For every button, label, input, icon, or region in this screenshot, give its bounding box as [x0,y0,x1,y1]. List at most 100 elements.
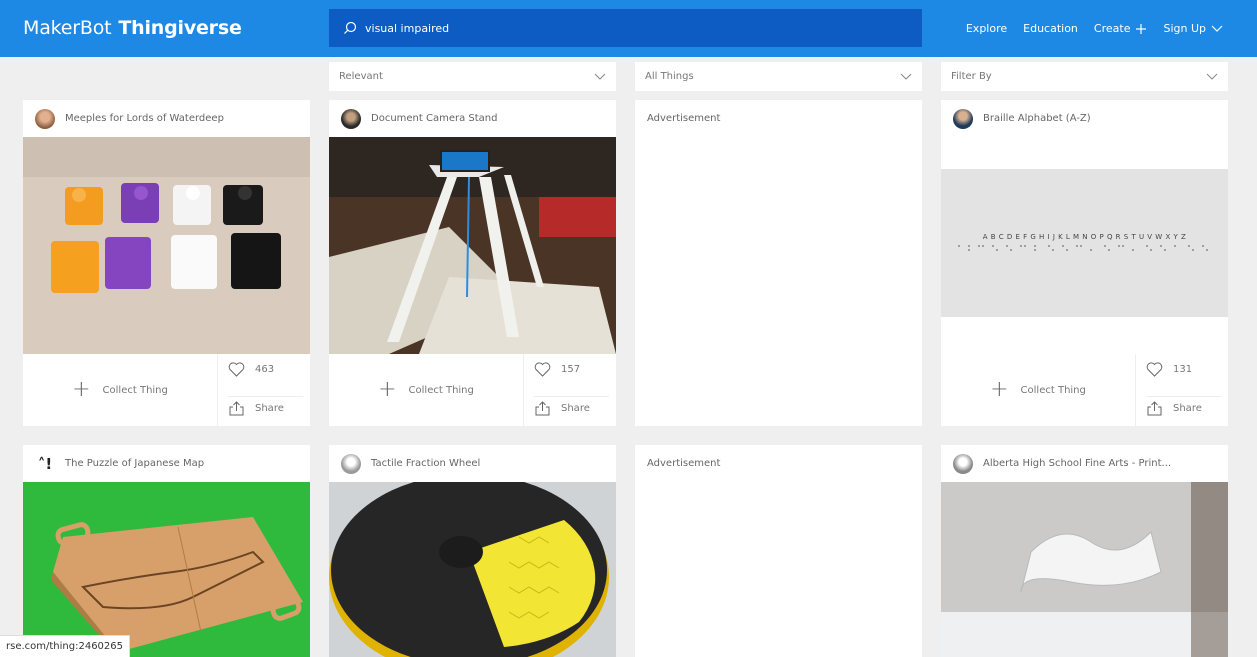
plus-icon [1136,23,1147,34]
main-nav: Explore Education Create Sign Up [966,0,1223,57]
status-bar-url: rse.com/thing:2460265 [0,635,131,657]
card-header[interactable]: ˄! The Puzzle of Japanese Map [23,445,310,482]
chevron-down-icon [594,73,606,80]
heart-icon [534,362,551,377]
top-bar: MakerBot Thingiverse Explore Education C… [0,0,1257,57]
ad-header: Advertisement [635,100,922,137]
share-button[interactable]: Share [228,396,303,416]
nav-education-label: Education [1023,22,1078,35]
ad-label: Advertisement [647,113,721,124]
share-button[interactable]: Share [534,396,609,416]
logo-maker-text: MakerBot [23,17,112,39]
card-title[interactable]: Tactile Fraction Wheel [371,458,480,469]
like-button[interactable]: 157 [534,362,580,377]
thing-card[interactable]: Braille Alphabet (A-Z) A B C D E F G H I… [941,100,1228,426]
share-label: Share [1173,403,1202,414]
sort-dropdown-value: Relevant [339,71,383,82]
nav-explore[interactable]: Explore [966,22,1007,35]
thing-thumbnail[interactable] [23,137,310,354]
nav-create[interactable]: Create [1094,22,1148,35]
chevron-down-icon [1211,25,1223,32]
avatar[interactable] [953,108,973,129]
collect-thing-button[interactable]: + Collect Thing [329,354,523,426]
like-count: 131 [1173,364,1193,375]
card-header[interactable]: Tactile Fraction Wheel [329,445,616,482]
thing-thumbnail[interactable] [23,482,310,657]
nav-explore-label: Explore [965,22,1008,35]
collect-thing-label: Collect Thing [1020,384,1086,396]
avatar[interactable] [35,108,55,129]
advertisement-slot[interactable]: Advertisement [635,100,922,426]
status-url-text: rse.com/thing:2460265 [6,641,124,652]
card-header[interactable]: Alberta High School Fine Arts - Print... [941,445,1228,482]
share-icon [535,401,550,416]
nav-sign-up-label: Sign Up [1163,22,1206,35]
share-button[interactable]: Share [1146,396,1221,416]
share-label: Share [561,403,590,414]
thing-card[interactable]: Alberta High School Fine Arts - Print... [941,445,1228,657]
card-footer: + Collect Thing 463 Share [23,354,310,426]
like-button[interactable]: 131 [1146,362,1192,377]
nav-create-label: Create [1093,22,1131,35]
collect-thing-button[interactable]: + Collect Thing [23,354,217,426]
card-title[interactable]: Alberta High School Fine Arts - Print... [983,458,1171,469]
sort-dropdown[interactable]: Relevant [329,62,616,91]
nav-education[interactable]: Education [1023,22,1078,35]
advertisement-slot[interactable]: Advertisement [635,445,922,657]
thing-card[interactable]: ˄! The Puzzle of Japanese Map [23,445,310,657]
search-input[interactable] [365,21,905,35]
nav-sign-up[interactable]: Sign Up [1163,22,1223,35]
heart-icon [228,362,245,377]
ad-header: Advertisement [635,445,922,482]
card-header[interactable]: Document Camera Stand [329,100,616,137]
like-count: 157 [561,364,581,375]
heart-icon [1146,362,1163,377]
plus-icon: + [72,377,91,402]
thing-thumbnail[interactable] [329,482,616,657]
chevron-down-icon [1206,73,1218,80]
thing-thumbnail[interactable]: A B C D E F G H I J K L M N O P Q R S T … [941,169,1228,317]
like-count: 463 [255,364,275,375]
share-label: Share [255,403,284,414]
thing-thumbnail[interactable] [941,482,1228,657]
card-footer: + Collect Thing 157 Share [329,354,616,426]
collect-thing-label: Collect Thing [102,384,168,396]
search-bar[interactable] [329,9,922,47]
plus-icon: + [378,377,397,402]
thingiverse-logo[interactable]: MakerBot Thingiverse [23,14,242,42]
thing-card[interactable]: Meeples for Lords of Waterdeep + Collect… [23,100,310,426]
user-logo-icon[interactable]: ˄! [35,454,55,474]
chevron-down-icon [900,73,912,80]
type-dropdown[interactable]: All Things [635,62,922,91]
card-actions: 131 Share [1135,354,1228,426]
card-actions: 157 Share [523,354,616,426]
avatar[interactable] [953,453,973,474]
card-footer: + Collect Thing 131 Share [941,354,1228,426]
filter-by-dropdown-value: Filter By [951,71,992,82]
thing-thumbnail[interactable] [329,137,616,354]
card-header[interactable]: Meeples for Lords of Waterdeep [23,100,310,137]
braille-dots-graphic [957,245,1208,251]
ad-label: Advertisement [647,458,721,469]
avatar[interactable] [341,108,361,129]
card-title[interactable]: The Puzzle of Japanese Map [65,458,204,469]
search-icon [344,21,357,34]
filter-by-dropdown[interactable]: Filter By [941,62,1228,91]
card-actions: 463 Share [217,354,310,426]
thing-card[interactable]: Tactile Fraction Wheel [329,445,616,657]
card-title[interactable]: Meeples for Lords of Waterdeep [65,113,224,124]
card-title[interactable]: Braille Alphabet (A-Z) [983,113,1091,124]
share-icon [1147,401,1162,416]
type-dropdown-value: All Things [645,71,694,82]
card-header[interactable]: Braille Alphabet (A-Z) [941,100,1228,137]
thing-card[interactable]: Document Camera Stand + Collect Thing 15… [329,100,616,426]
braille-alphabet-text: A B C D E F G H I J K L M N O P Q R S T … [982,233,1187,241]
collect-thing-label: Collect Thing [408,384,474,396]
card-title[interactable]: Document Camera Stand [371,113,498,124]
logo-thing-text: Thingiverse [118,17,242,39]
avatar[interactable] [341,453,361,474]
plus-icon: + [990,377,1009,402]
collect-thing-button[interactable]: + Collect Thing [941,354,1135,426]
share-icon [229,401,244,416]
like-button[interactable]: 463 [228,362,274,377]
